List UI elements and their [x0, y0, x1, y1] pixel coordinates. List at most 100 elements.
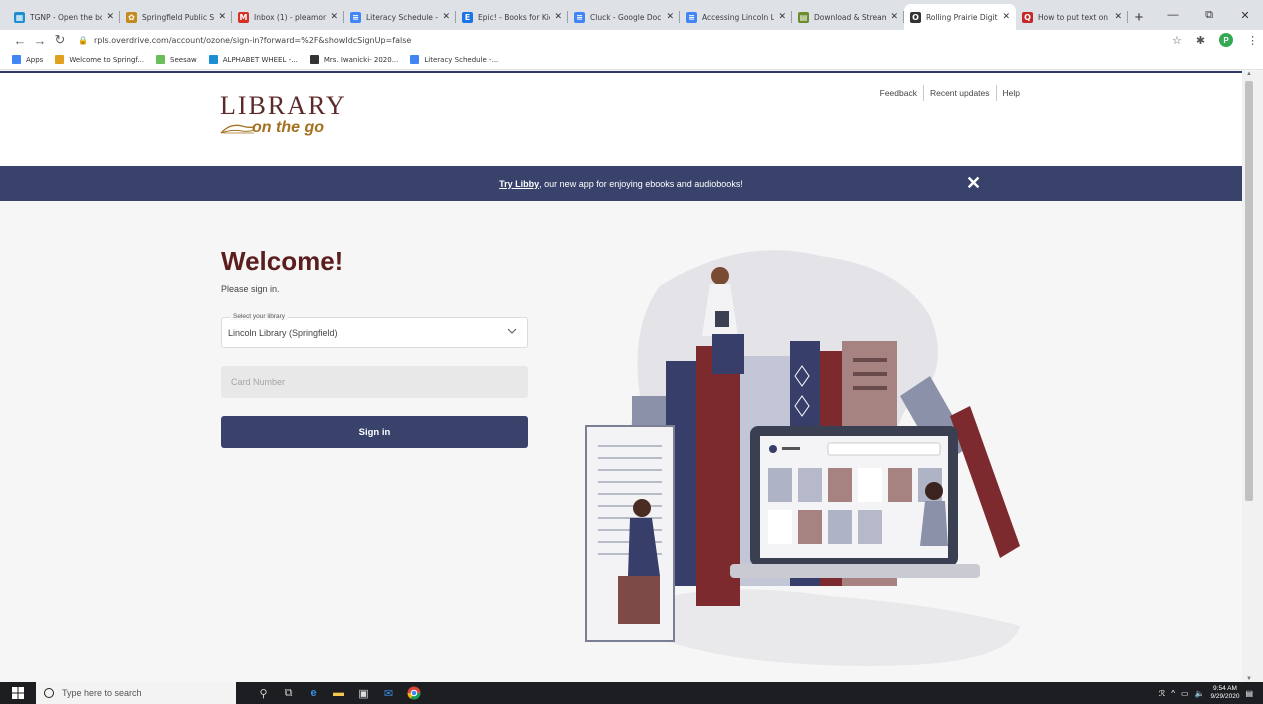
bookmark-item[interactable]: Mrs. Iwanicki- 2020... — [309, 55, 399, 64]
close-window-icon[interactable]: ✕ — [1227, 0, 1263, 30]
browser-tab[interactable]: O Rolling Prairie Digit ✕ — [904, 4, 1016, 30]
close-tab-icon[interactable]: ✕ — [218, 12, 226, 22]
mail-icon[interactable]: ✉ — [381, 686, 396, 701]
task-view-icon[interactable]: ⧉ — [281, 686, 296, 701]
tab-title: Inbox (1) - pleamon — [254, 12, 327, 22]
microphone-icon[interactable]: ⚲ — [256, 686, 271, 701]
reading-people-illustration — [585, 250, 1020, 666]
close-tab-icon[interactable]: ✕ — [442, 12, 450, 22]
url-text[interactable]: rpls.overdrive.com/account/ozone/sign-in… — [94, 36, 411, 45]
tab-favicon-icon: ✿ — [126, 11, 137, 23]
bookmarks-bar: Apps Welcome to Springf... Seesaw ALPHABET … — [0, 50, 1263, 70]
browser-tab[interactable]: E Epic! - Books for Kid ✕ — [456, 4, 568, 30]
bookmark-item[interactable]: ALPHABET WHEEL -... — [208, 55, 298, 64]
taskbar-search[interactable]: Type here to search — [36, 682, 236, 704]
close-tab-icon[interactable]: ✕ — [554, 12, 562, 22]
close-tab-icon[interactable]: ✕ — [1114, 12, 1122, 22]
volume-icon[interactable]: 🔈 — [1195, 689, 1205, 698]
lock-icon[interactable]: 🔒 — [78, 36, 88, 45]
tab-title: How to put text on — [1038, 12, 1109, 22]
bookmark-item[interactable]: Welcome to Springf... — [55, 55, 144, 64]
bookmark-item[interactable]: Literacy Schedule -... — [410, 55, 498, 64]
bookmark-icon — [208, 55, 218, 64]
sign-in-subtitle: Please sign in. — [221, 284, 280, 294]
forward-icon[interactable]: → — [30, 33, 50, 48]
browser-tab[interactable]: ≡ Literacy Schedule - ✕ — [344, 4, 456, 30]
address-bar[interactable]: 🔒 rpls.overdrive.com/account/ozone/sign-… — [78, 31, 1158, 49]
store-icon[interactable]: ▣ — [356, 686, 371, 701]
bookmark-label: Mrs. Iwanicki- 2020... — [323, 55, 399, 64]
new-tab-button[interactable]: + — [1128, 4, 1150, 30]
scroll-up-icon[interactable]: ▲ — [1246, 71, 1252, 77]
close-tab-icon[interactable]: ✕ — [666, 12, 674, 22]
edge-icon[interactable]: e — [306, 686, 321, 701]
clock-time: 9:54 AM — [1213, 685, 1237, 692]
tab-title: Epic! - Books for Kid — [478, 12, 551, 22]
tab-title: Rolling Prairie Digit — [926, 12, 998, 22]
banner-close-icon[interactable]: ✕ — [966, 173, 981, 194]
restore-icon[interactable]: ⧉ — [1191, 0, 1227, 30]
back-icon[interactable]: ← — [10, 33, 30, 48]
tab-title: Cluck - Google Doc — [590, 12, 662, 22]
bookmark-star-icon[interactable]: ☆ — [1172, 34, 1182, 47]
help-link[interactable]: Help — [997, 88, 1026, 98]
notifications-icon[interactable]: ▤ — [1245, 689, 1253, 698]
windows-taskbar: Type here to search ⚲ ⧉ e ▬ ▣ ✉ ℛ ^ ▭ 🔈 … — [0, 682, 1263, 704]
window-controls: — ⧉ ✕ — [1155, 0, 1263, 30]
chevron-down-icon[interactable] — [507, 326, 517, 336]
sign-in-button[interactable]: Sign in — [221, 416, 528, 448]
library-select-value[interactable]: Lincoln Library (Springfield) — [228, 328, 338, 338]
browser-tab[interactable]: ≡ Accessing Lincoln Li ✕ — [680, 4, 792, 30]
browser-tab[interactable]: ▤ Download & Stream ✕ — [792, 4, 904, 30]
bookmark-label: Literacy Schedule -... — [424, 55, 499, 64]
tab-favicon-icon: M — [238, 11, 249, 23]
tray-chevron-icon[interactable]: ^ — [1171, 689, 1175, 698]
card-number-input[interactable] — [221, 366, 528, 398]
browser-tab[interactable]: ▦ TGNP - Open the bo ✕ — [8, 4, 120, 30]
bookmark-label: Apps — [26, 55, 44, 64]
tab-favicon-icon: ▤ — [798, 11, 809, 23]
close-tab-icon[interactable]: ✕ — [890, 12, 898, 22]
try-libby-link[interactable]: Try Libby — [499, 179, 539, 189]
scrollbar-thumb[interactable] — [1245, 81, 1253, 501]
logo-title: LIBRARY — [220, 91, 347, 120]
library-select[interactable]: Select your library Lincoln Library (Spr… — [221, 313, 528, 348]
browser-tab[interactable]: M Inbox (1) - pleamon ✕ — [232, 4, 344, 30]
bookmark-item[interactable]: Seesaw — [156, 55, 197, 64]
bookmark-item[interactable]: Apps — [12, 55, 43, 64]
clock[interactable]: 9:54 AM 9/29/2020 — [1211, 685, 1240, 701]
extensions-icon[interactable]: ✱ — [1196, 34, 1205, 47]
windows-start-icon[interactable] — [0, 682, 36, 704]
menu-icon[interactable]: ⋮ — [1247, 34, 1258, 47]
tab-title: Literacy Schedule - — [366, 12, 438, 22]
clock-date: 9/29/2020 — [1210, 693, 1240, 700]
people-icon[interactable]: ℛ — [1159, 689, 1165, 698]
minimize-icon[interactable]: — — [1155, 0, 1191, 30]
browser-tab[interactable]: Q How to put text on ✕ — [1016, 4, 1128, 30]
browser-tab[interactable]: ≡ Cluck - Google Doc ✕ — [568, 4, 680, 30]
page-scrollbar[interactable]: ▲ ▼ — [1242, 71, 1263, 682]
tab-favicon-icon: E — [462, 11, 473, 23]
network-icon[interactable]: ▭ — [1181, 689, 1189, 698]
profile-avatar[interactable]: P — [1219, 33, 1234, 47]
book-swoosh-icon — [220, 124, 256, 134]
library-logo[interactable]: LIBRARY on the go — [220, 93, 345, 147]
chrome-icon[interactable] — [406, 686, 421, 701]
browser-toolbar: ← → ↻ 🔒 rpls.overdrive.com/account/ozone… — [0, 30, 1263, 50]
feedback-link[interactable]: Feedback — [874, 88, 923, 98]
close-tab-icon[interactable]: ✕ — [330, 12, 338, 22]
close-tab-icon[interactable]: ✕ — [778, 12, 786, 22]
logo-tagline: on the go — [252, 119, 324, 136]
close-tab-icon[interactable]: ✕ — [106, 12, 114, 22]
file-explorer-icon[interactable]: ▬ — [331, 686, 346, 701]
recent-updates-link[interactable]: Recent updates — [924, 88, 996, 98]
tab-title: Accessing Lincoln Li — [702, 12, 775, 22]
close-tab-icon[interactable]: ✕ — [1002, 12, 1010, 22]
system-tray: ℛ ^ ▭ 🔈 9:54 AM 9/29/2020 ▤ — [1159, 682, 1253, 704]
reload-icon[interactable]: ↻ — [50, 32, 70, 48]
tab-favicon-icon: ≡ — [574, 11, 585, 23]
bookmark-icon — [156, 55, 166, 64]
browser-tab[interactable]: ✿ Springfield Public Sc ✕ — [120, 4, 232, 30]
bookmark-label: Welcome to Springf... — [69, 55, 145, 64]
tab-title: TGNP - Open the bo — [30, 12, 103, 22]
